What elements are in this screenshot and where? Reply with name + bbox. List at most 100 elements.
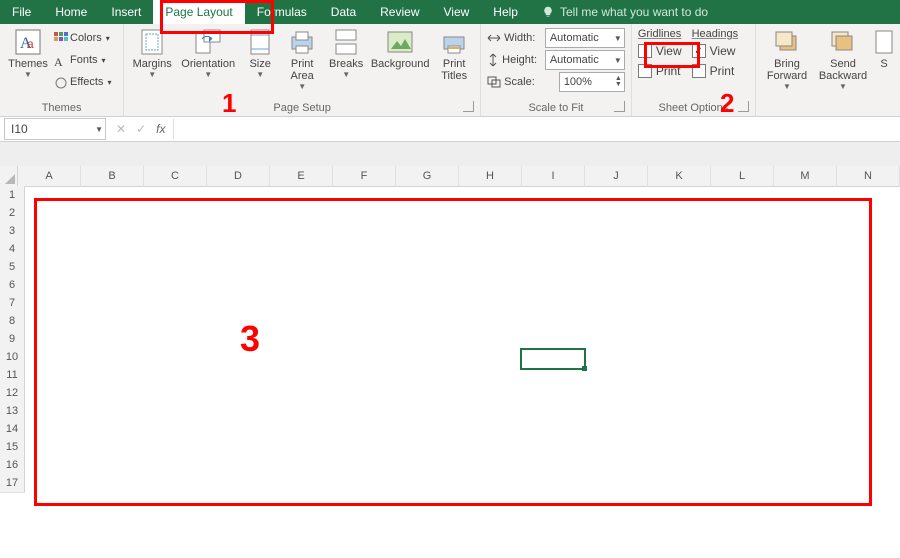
row-header[interactable]: 11 (0, 366, 25, 385)
tab-insert[interactable]: Insert (99, 0, 153, 24)
theme-colors-button[interactable]: Colors ▾ (54, 28, 111, 48)
margins-button[interactable]: Margins ▼ (130, 28, 174, 78)
row-header[interactable]: 5 (0, 258, 25, 277)
column-header[interactable]: A (18, 166, 81, 187)
column-header[interactable]: B (81, 166, 144, 187)
ribbon: Aa Themes ▼ Colors ▾ A Fonts (0, 24, 900, 117)
bring-forward-icon (773, 28, 801, 56)
column-header[interactable]: J (585, 166, 648, 187)
cancel-icon[interactable]: ✕ (116, 122, 126, 136)
send-backward-label: Send Backward (819, 58, 867, 82)
colors-icon (54, 32, 66, 44)
headings-print-label: Print (710, 64, 735, 78)
send-backward-icon (829, 28, 857, 56)
print-titles-icon (440, 28, 468, 56)
chevron-down-icon: ▾ (102, 56, 106, 65)
chevron-down-icon: ▼ (783, 84, 791, 90)
row-header[interactable]: 14 (0, 420, 25, 439)
name-box[interactable]: I10 ▼ (4, 118, 106, 140)
chevron-down-icon: ▼ (839, 84, 847, 90)
chevron-down-icon: ▼ (614, 56, 622, 65)
fonts-icon: A (54, 54, 66, 66)
column-header[interactable]: M (774, 166, 837, 187)
tab-home[interactable]: Home (43, 0, 99, 24)
scale-spinner[interactable]: 100% ▲ ▼ (559, 72, 625, 92)
headings-view-checkbox[interactable]: ✓ View (692, 42, 738, 60)
background-icon (386, 28, 414, 56)
select-all-corner[interactable] (0, 166, 18, 187)
row-header[interactable]: 8 (0, 312, 25, 331)
row-header[interactable]: 1 (0, 186, 25, 205)
row-header[interactable]: 6 (0, 276, 25, 295)
row-header[interactable]: 9 (0, 330, 25, 349)
dialog-launcher-icon[interactable] (614, 101, 625, 112)
spinner-down-icon[interactable]: ▼ (615, 82, 622, 88)
height-select[interactable]: Automatic ▼ (545, 50, 625, 70)
themes-button[interactable]: Aa Themes ▼ (6, 28, 50, 78)
column-header[interactable]: E (270, 166, 333, 187)
row-header[interactable]: 13 (0, 402, 25, 421)
column-header[interactable]: F (333, 166, 396, 187)
gridlines-print-checkbox[interactable]: Print (638, 62, 682, 80)
column-header[interactable]: C (144, 166, 207, 187)
colors-label: Colors (70, 32, 102, 44)
row-header[interactable]: 15 (0, 438, 25, 457)
chevron-down-icon: ▼ (24, 72, 32, 78)
column-header[interactable]: D (207, 166, 270, 187)
worksheet-grid[interactable]: ABCDEFGHIJKLMN 1234567891011121314151617 (0, 166, 900, 558)
orientation-button[interactable]: Orientation ▼ (178, 28, 238, 78)
tab-data[interactable]: Data (319, 0, 368, 24)
row-header[interactable]: 10 (0, 348, 25, 367)
tab-view[interactable]: View (432, 0, 482, 24)
gridlines-view-checkbox[interactable]: View (638, 42, 682, 60)
fx-icon[interactable]: fx (156, 122, 165, 136)
column-header[interactable]: G (396, 166, 459, 187)
row-header[interactable]: 17 (0, 474, 25, 493)
svg-text:a: a (27, 37, 34, 51)
breaks-button[interactable]: Breaks ▼ (326, 28, 366, 78)
send-backward-button[interactable]: Send Backward ▼ (816, 28, 870, 90)
checkbox-icon (692, 64, 706, 78)
column-header[interactable]: N (837, 166, 900, 187)
chevron-down-icon: ▼ (256, 72, 264, 78)
background-button[interactable]: Background (370, 28, 430, 70)
row-header[interactable]: 2 (0, 204, 25, 223)
tell-me-label: Tell me what you want to do (560, 5, 708, 19)
tab-formulas[interactable]: Formulas (245, 0, 319, 24)
tab-help[interactable]: Help (481, 0, 530, 24)
print-area-button[interactable]: Print Area ▼ (282, 28, 322, 90)
size-button[interactable]: Size ▼ (242, 28, 278, 78)
formula-input[interactable] (173, 119, 900, 139)
row-header[interactable]: 7 (0, 294, 25, 313)
bring-forward-button[interactable]: Bring Forward ▼ (762, 28, 812, 90)
tell-me-search[interactable]: Tell me what you want to do (530, 0, 720, 24)
tab-file[interactable]: File (0, 0, 43, 24)
tab-page-layout[interactable]: Page Layout (153, 0, 244, 24)
theme-fonts-button[interactable]: A Fonts ▾ (54, 50, 111, 70)
row-header[interactable]: 3 (0, 222, 25, 241)
theme-effects-button[interactable]: Effects ▾ (54, 72, 111, 92)
row-header[interactable]: 12 (0, 384, 25, 403)
group-title-sheet-options: Sheet Options (638, 100, 749, 114)
print-titles-button[interactable]: Print Titles (434, 28, 474, 82)
selection-pane-button[interactable]: S (874, 28, 894, 70)
gridlines-print-label: Print (656, 64, 681, 78)
print-titles-label: Print Titles (441, 58, 467, 82)
dialog-launcher-icon[interactable] (738, 101, 749, 112)
width-select[interactable]: Automatic ▼ (545, 28, 625, 48)
selection-pane-label: S (880, 58, 887, 70)
enter-icon[interactable]: ✓ (136, 122, 146, 136)
tab-review[interactable]: Review (368, 0, 431, 24)
headings-print-checkbox[interactable]: Print (692, 62, 738, 80)
group-title-scale-to-fit: Scale to Fit (487, 100, 625, 114)
row-header[interactable]: 16 (0, 456, 25, 475)
column-header[interactable]: K (648, 166, 711, 187)
dialog-launcher-icon[interactable] (463, 101, 474, 112)
print-area-label: Print Area (291, 58, 314, 82)
column-header[interactable]: L (711, 166, 774, 187)
column-header[interactable]: H (459, 166, 522, 187)
margins-icon (138, 28, 166, 56)
column-header[interactable]: I (522, 166, 585, 187)
row-header[interactable]: 4 (0, 240, 25, 259)
checkbox-icon (638, 64, 652, 78)
